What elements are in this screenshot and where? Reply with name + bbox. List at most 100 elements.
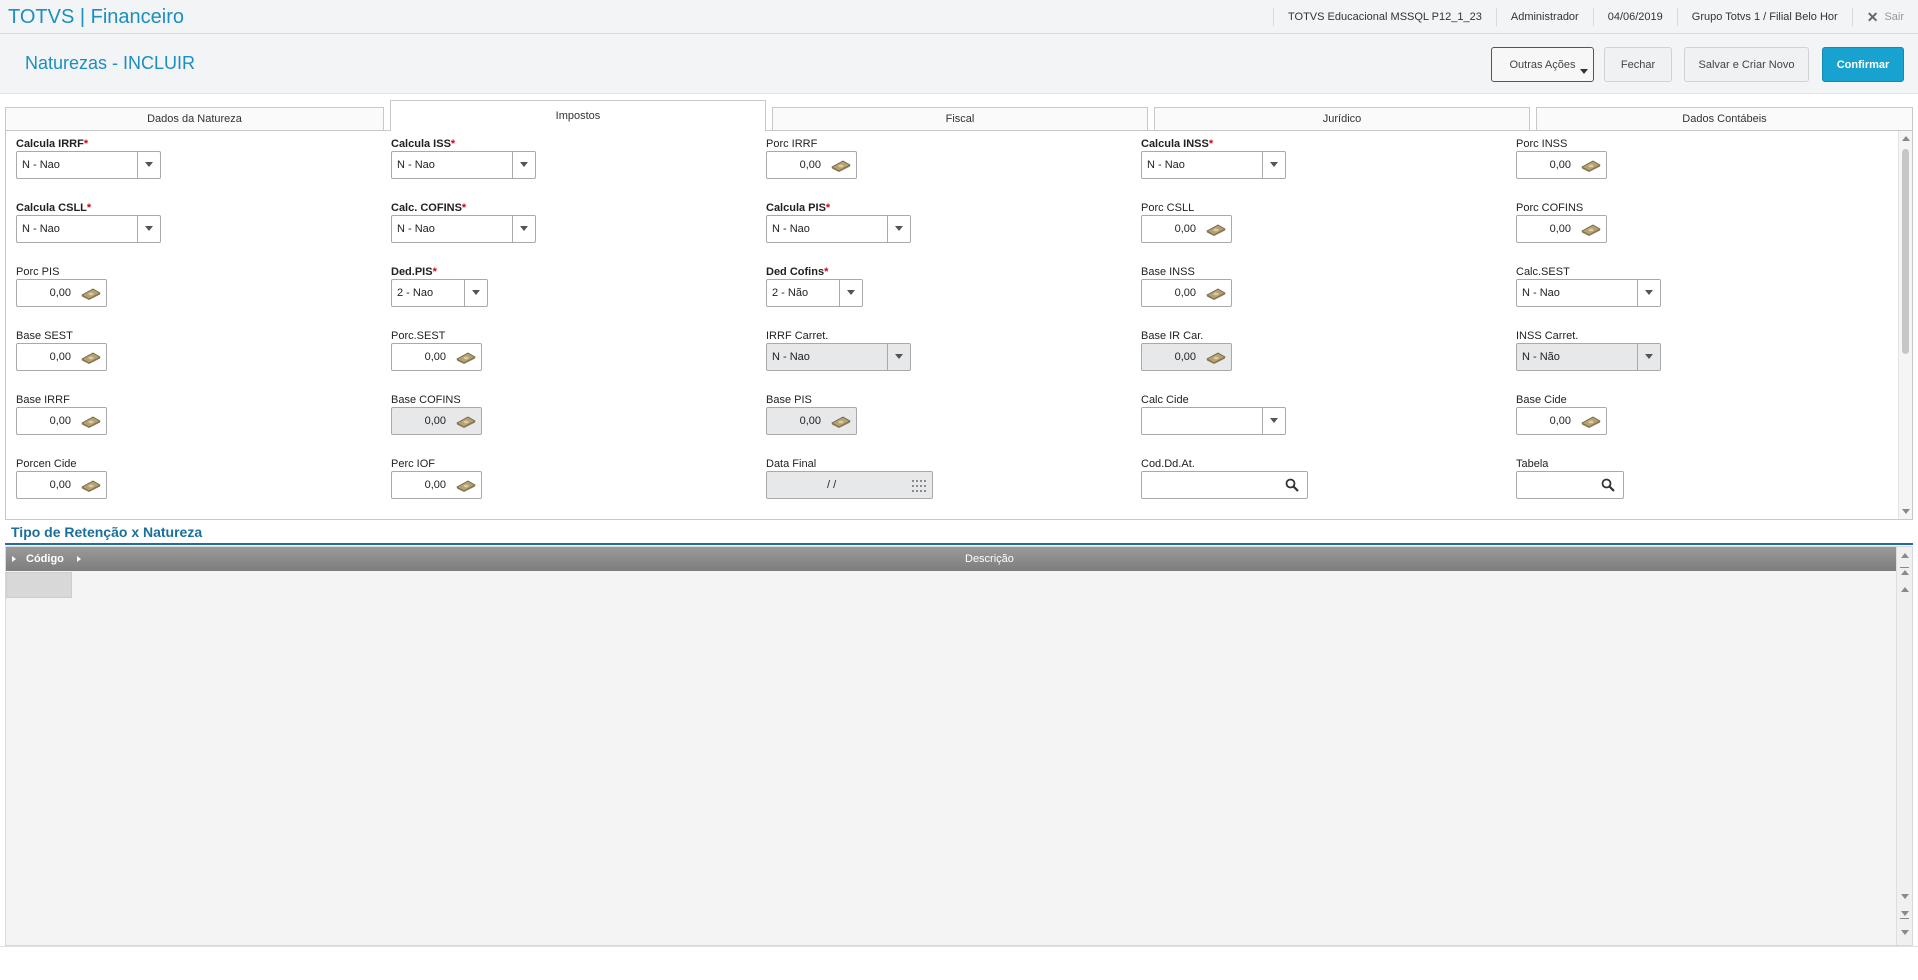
porc-cofins-input[interactable]: 0,00 (1516, 215, 1607, 243)
base-sest-input[interactable]: 0,00 (16, 343, 107, 371)
porc-sest-input[interactable]: 0,00 (391, 343, 482, 371)
scroll-bottom-icon[interactable] (1900, 918, 1909, 919)
calcula-csll-select[interactable]: N - Nao (16, 215, 161, 243)
base-inss-input[interactable]: 0,00 (1141, 279, 1232, 307)
field-label: Ded Cofins* (766, 266, 828, 278)
environment-label: TOTVS Educacional MSSQL P12_1_23 (1273, 8, 1496, 26)
tab-fiscal[interactable]: Fiscal (772, 107, 1148, 130)
more-actions-button[interactable]: Outras Ações (1491, 47, 1594, 82)
calc-cofins-select[interactable]: N - Nao (391, 215, 536, 243)
chevron-down-icon[interactable] (464, 280, 487, 306)
scroll-up-icon[interactable] (1901, 587, 1909, 592)
tab-dados-natureza[interactable]: Dados da Natureza (5, 107, 384, 130)
chevron-down-icon[interactable] (137, 216, 160, 242)
search-icon[interactable] (1601, 478, 1615, 492)
page-down-icon[interactable] (1901, 911, 1909, 916)
base-cide-input[interactable]: 0,00 (1516, 407, 1607, 435)
money-icon (1206, 352, 1226, 364)
porcen-cide-input[interactable]: 0,00 (16, 471, 107, 499)
money-icon[interactable] (1581, 159, 1601, 172)
calcula-pis-select[interactable]: N - Nao (766, 215, 911, 243)
page-up-icon[interactable] (1901, 570, 1909, 575)
required-marker: * (450, 138, 456, 150)
calc-cide-select[interactable] (1141, 407, 1286, 435)
tab-juridico[interactable]: Jurídico (1154, 107, 1530, 130)
base-irrf-input[interactable]: 0,00 (16, 407, 107, 435)
column-descricao[interactable]: Descrição (965, 547, 1014, 571)
chevron-down-icon[interactable] (1262, 152, 1285, 178)
money-icon[interactable] (831, 159, 851, 172)
money-icon[interactable] (1581, 223, 1601, 236)
data-final-input[interactable]: / / (766, 471, 933, 499)
field-label: Ded.PIS* (391, 266, 437, 278)
save-and-new-button[interactable]: Salvar e Criar Novo (1684, 47, 1809, 82)
porc-csll-input[interactable]: 0,00 (1141, 215, 1232, 243)
select-value: N - Nao (772, 351, 810, 363)
calcula-iss-select[interactable]: N - Nao (391, 151, 536, 179)
tabela-input[interactable] (1516, 471, 1624, 499)
form-scrollbar[interactable] (1898, 131, 1912, 519)
scrollbar-thumb[interactable] (1902, 149, 1909, 354)
inss-carret-select: N - Não (1516, 343, 1661, 371)
scroll-down-icon[interactable] (1901, 930, 1909, 935)
calcula-irrf-select[interactable]: N - Nao (16, 151, 161, 179)
money-icon[interactable] (81, 479, 101, 492)
ded-cofins-select[interactable]: 2 - Não (766, 279, 863, 307)
scroll-down-icon[interactable] (1901, 894, 1909, 899)
base-ir-car-input: 0,00 (1141, 343, 1232, 371)
chevron-down-icon[interactable] (512, 152, 535, 178)
scroll-top-icon[interactable] (1900, 567, 1909, 568)
exit-button[interactable]: ✕ Sair (1851, 8, 1918, 26)
money-icon[interactable] (456, 351, 476, 364)
page-title: Naturezas - INCLUIR (25, 53, 196, 73)
chevron-down-icon[interactable] (1262, 408, 1285, 434)
calcula-inss-select[interactable]: N - Nao (1141, 151, 1286, 179)
scroll-up-icon[interactable] (1901, 553, 1909, 558)
money-icon[interactable] (81, 287, 101, 300)
porc-pis-input[interactable]: 0,00 (16, 279, 107, 307)
cod-dd-at-input[interactable] (1141, 471, 1308, 499)
field-label: Porc.SEST (391, 330, 446, 342)
money-icon[interactable] (1206, 287, 1226, 300)
confirm-button[interactable]: Confirmar (1822, 47, 1904, 82)
scroll-down-icon[interactable] (1902, 509, 1910, 514)
user-label[interactable]: Administrador (1495, 8, 1593, 26)
chevron-down-icon[interactable] (137, 152, 160, 178)
money-icon[interactable] (81, 415, 101, 428)
ded-pis-select[interactable]: 2 - Nao (391, 279, 488, 307)
money-icon[interactable] (1206, 223, 1226, 236)
field-label: Base Cide (1516, 394, 1567, 406)
perc-iof-input[interactable]: 0,00 (391, 471, 482, 499)
select-value: N - Nao (397, 159, 435, 171)
calc-sest-select[interactable]: N - Nao (1516, 279, 1661, 307)
porc-inss-input[interactable]: 0,00 (1516, 151, 1607, 179)
exit-label: Sair (1884, 11, 1904, 23)
grid-scrollbar[interactable] (1896, 547, 1912, 945)
tab-dados-contabeis[interactable]: Dados Contábeis (1536, 107, 1913, 130)
field-label: Porc CSLL (1141, 202, 1195, 214)
porc-irrf-input[interactable]: 0,00 (766, 151, 857, 179)
tab-impostos[interactable]: Impostos (390, 100, 766, 131)
close-button[interactable]: Fechar (1604, 47, 1672, 82)
table-row[interactable] (6, 572, 72, 598)
column-codigo[interactable]: Código (26, 547, 64, 571)
page-header: Naturezas - INCLUIR Outras Ações Fechar … (0, 34, 1918, 94)
chevron-down-icon[interactable] (887, 216, 910, 242)
money-icon[interactable] (1581, 415, 1601, 428)
field-label: Base IRRF (16, 394, 70, 406)
field-label: Porc INSS (1516, 138, 1568, 150)
money-icon[interactable] (81, 351, 101, 364)
calendar-icon[interactable] (912, 480, 926, 492)
chevron-down-icon[interactable] (1637, 280, 1660, 306)
company-label[interactable]: Grupo Totvs 1 / Filial Belo Hor (1676, 8, 1852, 26)
section-divider (5, 543, 1913, 545)
search-icon[interactable] (1285, 478, 1299, 492)
chevron-down-icon[interactable] (839, 280, 862, 306)
field-label: Porcen Cide (16, 458, 77, 470)
scroll-up-icon[interactable] (1902, 136, 1910, 141)
chevron-down-icon[interactable] (512, 216, 535, 242)
money-icon[interactable] (456, 479, 476, 492)
date-label[interactable]: 04/06/2019 (1592, 8, 1677, 26)
chevron-down-icon (1580, 69, 1588, 74)
field-label: Calcula PIS* (766, 202, 830, 214)
